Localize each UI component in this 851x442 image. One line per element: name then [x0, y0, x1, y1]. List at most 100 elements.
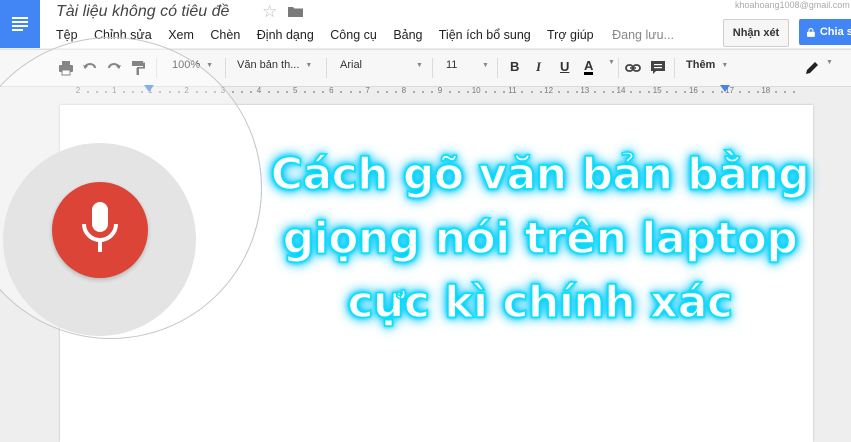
headline-line-3: cực kì chính xác: [347, 276, 734, 329]
ruler-tick: [593, 91, 596, 93]
ruler-tick: [421, 91, 424, 93]
docs-home-icon[interactable]: [0, 0, 40, 48]
chevron-down-icon: ▼: [721, 61, 729, 69]
ruler-number: 8: [401, 86, 407, 95]
ruler-tick: [503, 91, 506, 93]
headline-overlay: Cách gõ văn bản bằng giọng nói trên lapt…: [240, 143, 840, 335]
ruler-tick: [521, 91, 524, 93]
bold-button[interactable]: B: [510, 59, 519, 74]
ruler-number: 10: [471, 86, 481, 95]
comments-button[interactable]: Nhận xét: [723, 19, 789, 47]
font-size-value: 11: [446, 59, 458, 71]
ruler-tick: [358, 91, 361, 93]
menu-help[interactable]: Trợ giúp: [547, 28, 594, 42]
ruler-tick: [557, 91, 560, 93]
toolbar-divider: [326, 58, 327, 78]
save-status: Đang lưu...: [612, 28, 674, 42]
toolbar-divider: [225, 58, 226, 78]
ruler-tick: [630, 91, 633, 93]
menu-bar: Tệp Chỉnh sửa Xem Chèn Định dạng Công cụ…: [56, 28, 687, 42]
account-email: khoahoang1008@gmail.com: [735, 0, 850, 10]
headline-line-2: giọng nói trên laptop: [282, 212, 799, 265]
toolbar-divider: [674, 58, 675, 78]
ruler-tick: [648, 91, 651, 93]
share-button[interactable]: Chia sẻ: [799, 19, 851, 45]
ruler-tick: [738, 91, 741, 93]
toolbar-divider: [432, 58, 433, 78]
ruler-tick: [575, 91, 578, 93]
ruler-tick: [639, 91, 642, 93]
ruler-tick: [349, 91, 352, 93]
chevron-down-icon: ▼: [206, 61, 214, 69]
italic-button[interactable]: I: [536, 59, 541, 75]
ruler-tick: [313, 91, 316, 93]
chevron-down-icon: ▼: [305, 61, 313, 69]
microphone-button[interactable]: [52, 182, 148, 278]
toolbar-divider: [618, 58, 619, 78]
editing-mode-caret[interactable]: ▼: [820, 59, 833, 66]
ruler-tick: [783, 91, 786, 93]
ruler-tick: [602, 91, 605, 93]
ruler-tick: [412, 91, 415, 93]
menu-format[interactable]: Định dạng: [257, 28, 314, 42]
menu-addons[interactable]: Tiện ích bổ sung: [439, 28, 531, 42]
link-icon[interactable]: [625, 60, 641, 76]
ruler-number: 16: [688, 86, 698, 95]
pencil-icon[interactable]: [804, 60, 820, 76]
ruler-number: 15: [652, 86, 662, 95]
ruler-tick: [666, 91, 669, 93]
ruler-tick: [376, 91, 379, 93]
ruler-tick: [268, 91, 271, 93]
menu-file[interactable]: Tệp: [56, 28, 78, 42]
menu-insert[interactable]: Chèn: [210, 28, 240, 42]
underline-button[interactable]: U: [560, 59, 569, 74]
ruler-tick: [394, 91, 397, 93]
ruler-tick: [611, 91, 614, 93]
ruler-number: 14: [616, 86, 626, 95]
text-color-caret[interactable]: ▼: [602, 59, 615, 66]
ruler-tick: [711, 91, 714, 93]
menu-table[interactable]: Bảng: [393, 28, 422, 42]
menu-tools[interactable]: Công cụ: [330, 28, 377, 42]
ruler-number: 9: [437, 86, 443, 95]
ruler-number: 5: [292, 86, 298, 95]
ruler-number: 13: [580, 86, 590, 95]
chevron-down-icon: ▼: [482, 61, 489, 69]
font-value: Arial: [340, 59, 363, 71]
ruler-tick: [702, 91, 705, 93]
ruler-tick: [675, 91, 678, 93]
ruler-number: 4: [256, 86, 262, 95]
ruler-tick: [385, 91, 388, 93]
font-size-select[interactable]: 11 ▼: [446, 59, 489, 71]
ruler-tick: [720, 91, 723, 93]
style-value: Văn bản th...: [237, 59, 300, 71]
more-button[interactable]: Thêm ▼: [686, 59, 728, 71]
ruler-tick: [756, 91, 759, 93]
ruler-tick: [449, 91, 452, 93]
font-select[interactable]: Arial ▼: [340, 59, 423, 71]
style-select[interactable]: Văn bản th... ▼: [237, 59, 312, 71]
ruler-number: 17: [725, 86, 735, 95]
text-color-button[interactable]: A: [584, 59, 594, 75]
ruler-number: 6: [329, 86, 334, 95]
chevron-down-icon: ▼: [608, 59, 615, 66]
ruler-tick: [240, 91, 243, 93]
ruler-tick: [231, 91, 234, 93]
document-title[interactable]: Tài liệu không có tiêu đề: [56, 3, 229, 21]
menu-view[interactable]: Xem: [168, 28, 194, 42]
star-icon[interactable]: ☆: [262, 2, 277, 22]
ruler-tick: [277, 91, 280, 93]
lock-icon: [807, 27, 815, 37]
ruler-tick: [566, 91, 569, 93]
headline-line-1: Cách gõ văn bản bằng: [270, 148, 811, 201]
ruler-tick: [304, 91, 307, 93]
ruler-number: 18: [761, 86, 771, 95]
ruler-tick: [747, 91, 750, 93]
comment-icon[interactable]: [650, 60, 666, 76]
ruler-tick: [249, 91, 252, 93]
ruler-tick: [430, 91, 433, 93]
ruler-number: 12: [544, 86, 554, 95]
chevron-down-icon: ▼: [826, 59, 833, 66]
ruler-tick: [494, 91, 497, 93]
folder-icon[interactable]: [288, 6, 303, 17]
